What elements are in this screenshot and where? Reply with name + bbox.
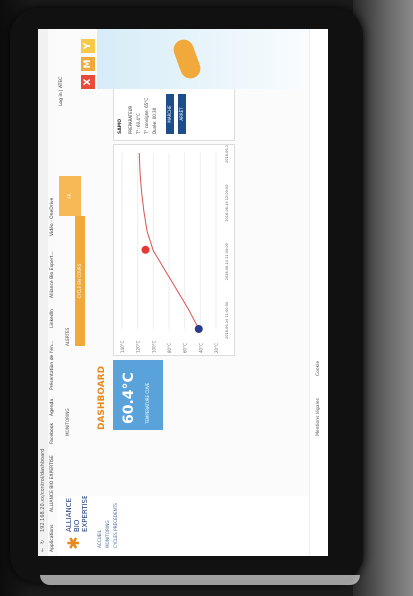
bookmark-item[interactable]: ALLIANCE BIO EXPERTISE	[50, 455, 55, 512]
tablet-reflection	[40, 575, 360, 585]
y-tick-label: 100°C	[151, 340, 156, 353]
reload-icon[interactable]: ↻	[40, 540, 46, 544]
temperature-chart: 20°C 40°C 60°C 80°C 100°C 120°C 140°C 2018-06-1…	[113, 126, 235, 356]
login-link[interactable]: Log in | ATEC	[59, 77, 64, 106]
target-point	[141, 245, 150, 254]
logo-line1: ALLIANCE	[65, 498, 73, 532]
bookmark-item[interactable]: Facebook	[50, 423, 55, 444]
footer-legal[interactable]: Mentions légales	[316, 398, 321, 436]
page-title: DASHBOARD	[97, 365, 107, 430]
logo-line2: BIO EXPERTISE	[73, 494, 89, 532]
corner-icons: X M Y	[81, 35, 95, 89]
panel-row: PREPARATEUR	[128, 105, 133, 134]
x-tick-label: 2018-06-14 11:30:00	[225, 243, 229, 280]
y-tick-label: 80°C	[167, 343, 172, 353]
logo-icon: ✱	[64, 536, 83, 550]
y-tick-label: 60°C	[183, 343, 188, 353]
panel-row: T°: 60.4°C	[136, 113, 141, 134]
bookmark-item[interactable]: Alliance Bio Expert...	[50, 251, 55, 298]
x-tick-label: 2018-06-14 12:00:00	[225, 184, 229, 221]
web-page: ← ↻ 192.168.20.xx/control/dashboard Appl…	[38, 29, 328, 556]
bookmark-item[interactable]: Présentation de l'en...	[50, 341, 55, 390]
footer: Mentions légales Cookie	[309, 29, 328, 556]
chart-svg: 20°C 40°C 60°C 80°C 100°C 120°C 140°C 2018-06-1…	[120, 126, 229, 353]
tablet-screen: ← ↻ 192.168.20.xx/control/dashboard Appl…	[38, 29, 328, 556]
panel-title: SAMO	[118, 118, 123, 134]
temperature-label: TEMPERATURE CUVE	[145, 382, 150, 424]
sidebar: ✱ ALLIANCE BIO EXPERTISE ACCUEIL MONITOR…	[57, 495, 328, 556]
footer-cookie[interactable]: Cookie	[316, 361, 321, 376]
x-tick-label: 2018-06-14 11:00:00	[225, 302, 229, 339]
orange-m-icon: M	[81, 57, 95, 71]
nav-item-accueil[interactable]: ACCUEIL	[97, 530, 102, 548]
nav-item-cycles[interactable]: CYCLES PRÉCÉDENTS	[113, 503, 118, 548]
decorative-panel	[97, 29, 328, 89]
y-tick-label: 120°C	[136, 340, 141, 353]
bookmark-item[interactable]: Agenda	[50, 399, 55, 416]
logo-text: ALLIANCE BIO EXPERTISE	[65, 495, 89, 532]
tab-monitoring[interactable]: MONITORING	[65, 408, 70, 436]
cycle-button[interactable]: CYCLE EN COURS	[75, 216, 85, 346]
bookmark-item[interactable]: Applications	[50, 525, 55, 553]
temperature-card: 60.4°C TEMPERATURE CUVE	[113, 360, 163, 430]
temperature-value: 60.4°C	[121, 372, 137, 424]
y-tick-label: 20°C	[214, 343, 219, 353]
nav-item-monitoring[interactable]: MONITORING	[105, 520, 110, 548]
bookmark-item[interactable]: LinkedIn	[50, 309, 55, 328]
y-tick-label: 140°C	[120, 340, 125, 353]
x-tick-label: 2018-06-14 12:30:00	[225, 145, 229, 163]
bookmark-item[interactable]: Vidéo - OneDrive	[50, 198, 55, 236]
start-button[interactable]: MARCHE	[166, 94, 174, 134]
language-box[interactable]: FR	[59, 176, 81, 216]
y-tick-label: 40°C	[198, 343, 203, 353]
yellow-y-icon: Y	[81, 39, 95, 53]
red-x-icon: X	[81, 75, 95, 89]
panel-row: T° consigne: 65°C	[144, 97, 149, 134]
stop-button[interactable]: ARRÊT	[178, 94, 186, 134]
tab-alertes[interactable]: ALERTES	[65, 328, 70, 346]
panel-row: Durée: 00:30	[152, 107, 157, 134]
address-text[interactable]: 192.168.20.xx/control/dashboard	[40, 449, 46, 532]
main-content: MONITORING ALERTES CYCLE EN COURS FR Log…	[57, 29, 328, 496]
back-icon[interactable]: ←	[40, 548, 46, 552]
start-point	[194, 325, 203, 333]
